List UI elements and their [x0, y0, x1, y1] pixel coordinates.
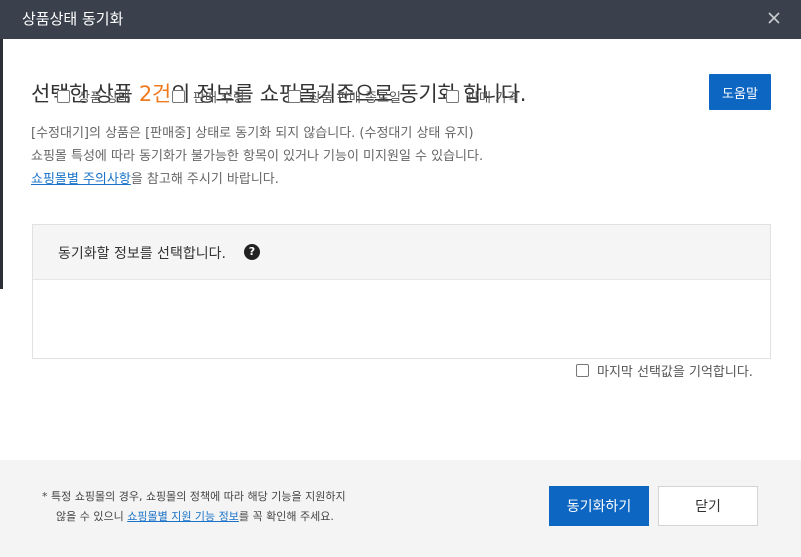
note-line-3: 쇼핑몰별 주의사항을 참고해 주시기 바랍니다.: [31, 168, 483, 191]
option-sale-price[interactable]: 판매 가격: [446, 87, 519, 106]
close-icon[interactable]: [765, 9, 783, 27]
option-sale-quantity[interactable]: 판매 수량: [172, 87, 245, 106]
remember-label: 마지막 선택값을 기억합니다.: [597, 365, 753, 380]
footer-note: * 특정 쇼핑몰의 경우, 쇼핑몰의 정책에 따라 해당 기능을 지원하지 않을…: [42, 487, 346, 527]
selected-count: 2건: [138, 82, 171, 106]
mall-caution-link[interactable]: 쇼핑몰별 주의사항: [31, 172, 131, 187]
remember-selection[interactable]: 마지막 선택값을 기억합니다.: [576, 361, 753, 380]
option-label: 판매 수량: [193, 91, 245, 106]
option-label: 판매 가격: [467, 91, 519, 106]
sync-button[interactable]: 동기화하기: [549, 486, 649, 526]
window-edge: [0, 39, 3, 289]
notes: [수정대기]의 상품은 [판매중] 상태로 동기화 되지 않습니다. (수정대기…: [31, 122, 483, 191]
panel-header: 동기화할 정보를 선택합니다. ?: [33, 225, 770, 280]
close-button[interactable]: 닫기: [658, 486, 758, 526]
note-line-1: [수정대기]의 상품은 [판매중] 상태로 동기화 되지 않습니다. (수정대기…: [31, 126, 474, 141]
checkbox[interactable]: [576, 364, 589, 377]
option-product-status[interactable]: 상품 상태: [57, 87, 130, 106]
footer-note-line-2: 않을 수 있으니 쇼핑몰별 지원 기능 정보를 꼭 확인해 주세요.: [42, 507, 346, 527]
dialog-titlebar: 상품상태 동기화: [0, 0, 801, 39]
option-sale-end-date[interactable]: 상품 판매 종료일: [288, 87, 401, 106]
note-line-2: 쇼핑몰 특성에 따라 동기화가 불가능한 항목이 있거나 기능이 미지원일 수 …: [31, 149, 484, 164]
footer-note-line-1: * 특정 쇼핑몰의 경우, 쇼핑몰의 정책에 따라 해당 기능을 지원하지: [42, 490, 346, 503]
dialog-title: 상품상태 동기화: [22, 10, 124, 28]
checkbox[interactable]: [288, 90, 301, 103]
dialog-footer: * 특정 쇼핑몰의 경우, 쇼핑몰의 정책에 따라 해당 기능을 지원하지 않을…: [0, 460, 801, 557]
panel-label: 동기화할 정보를 선택합니다.: [58, 246, 226, 262]
footer-note-suffix: 를 꼭 확인해 주세요.: [238, 510, 334, 523]
sync-options-panel: 동기화할 정보를 선택합니다. ?: [32, 224, 771, 359]
note-line-3-rest: 을 참고해 주시기 바랍니다.: [130, 172, 279, 187]
checkbox[interactable]: [446, 90, 459, 103]
footer-note-prefix: 않을 수 있으니: [56, 510, 128, 523]
question-icon[interactable]: ?: [244, 244, 260, 260]
option-label: 상품 판매 종료일: [309, 91, 401, 106]
mall-support-link[interactable]: 쇼핑몰별 지원 기능 정보: [127, 510, 239, 523]
checkbox[interactable]: [172, 90, 185, 103]
help-button[interactable]: 도움말: [709, 74, 771, 110]
option-label: 상품 상태: [78, 91, 130, 106]
checkbox[interactable]: [57, 90, 70, 103]
